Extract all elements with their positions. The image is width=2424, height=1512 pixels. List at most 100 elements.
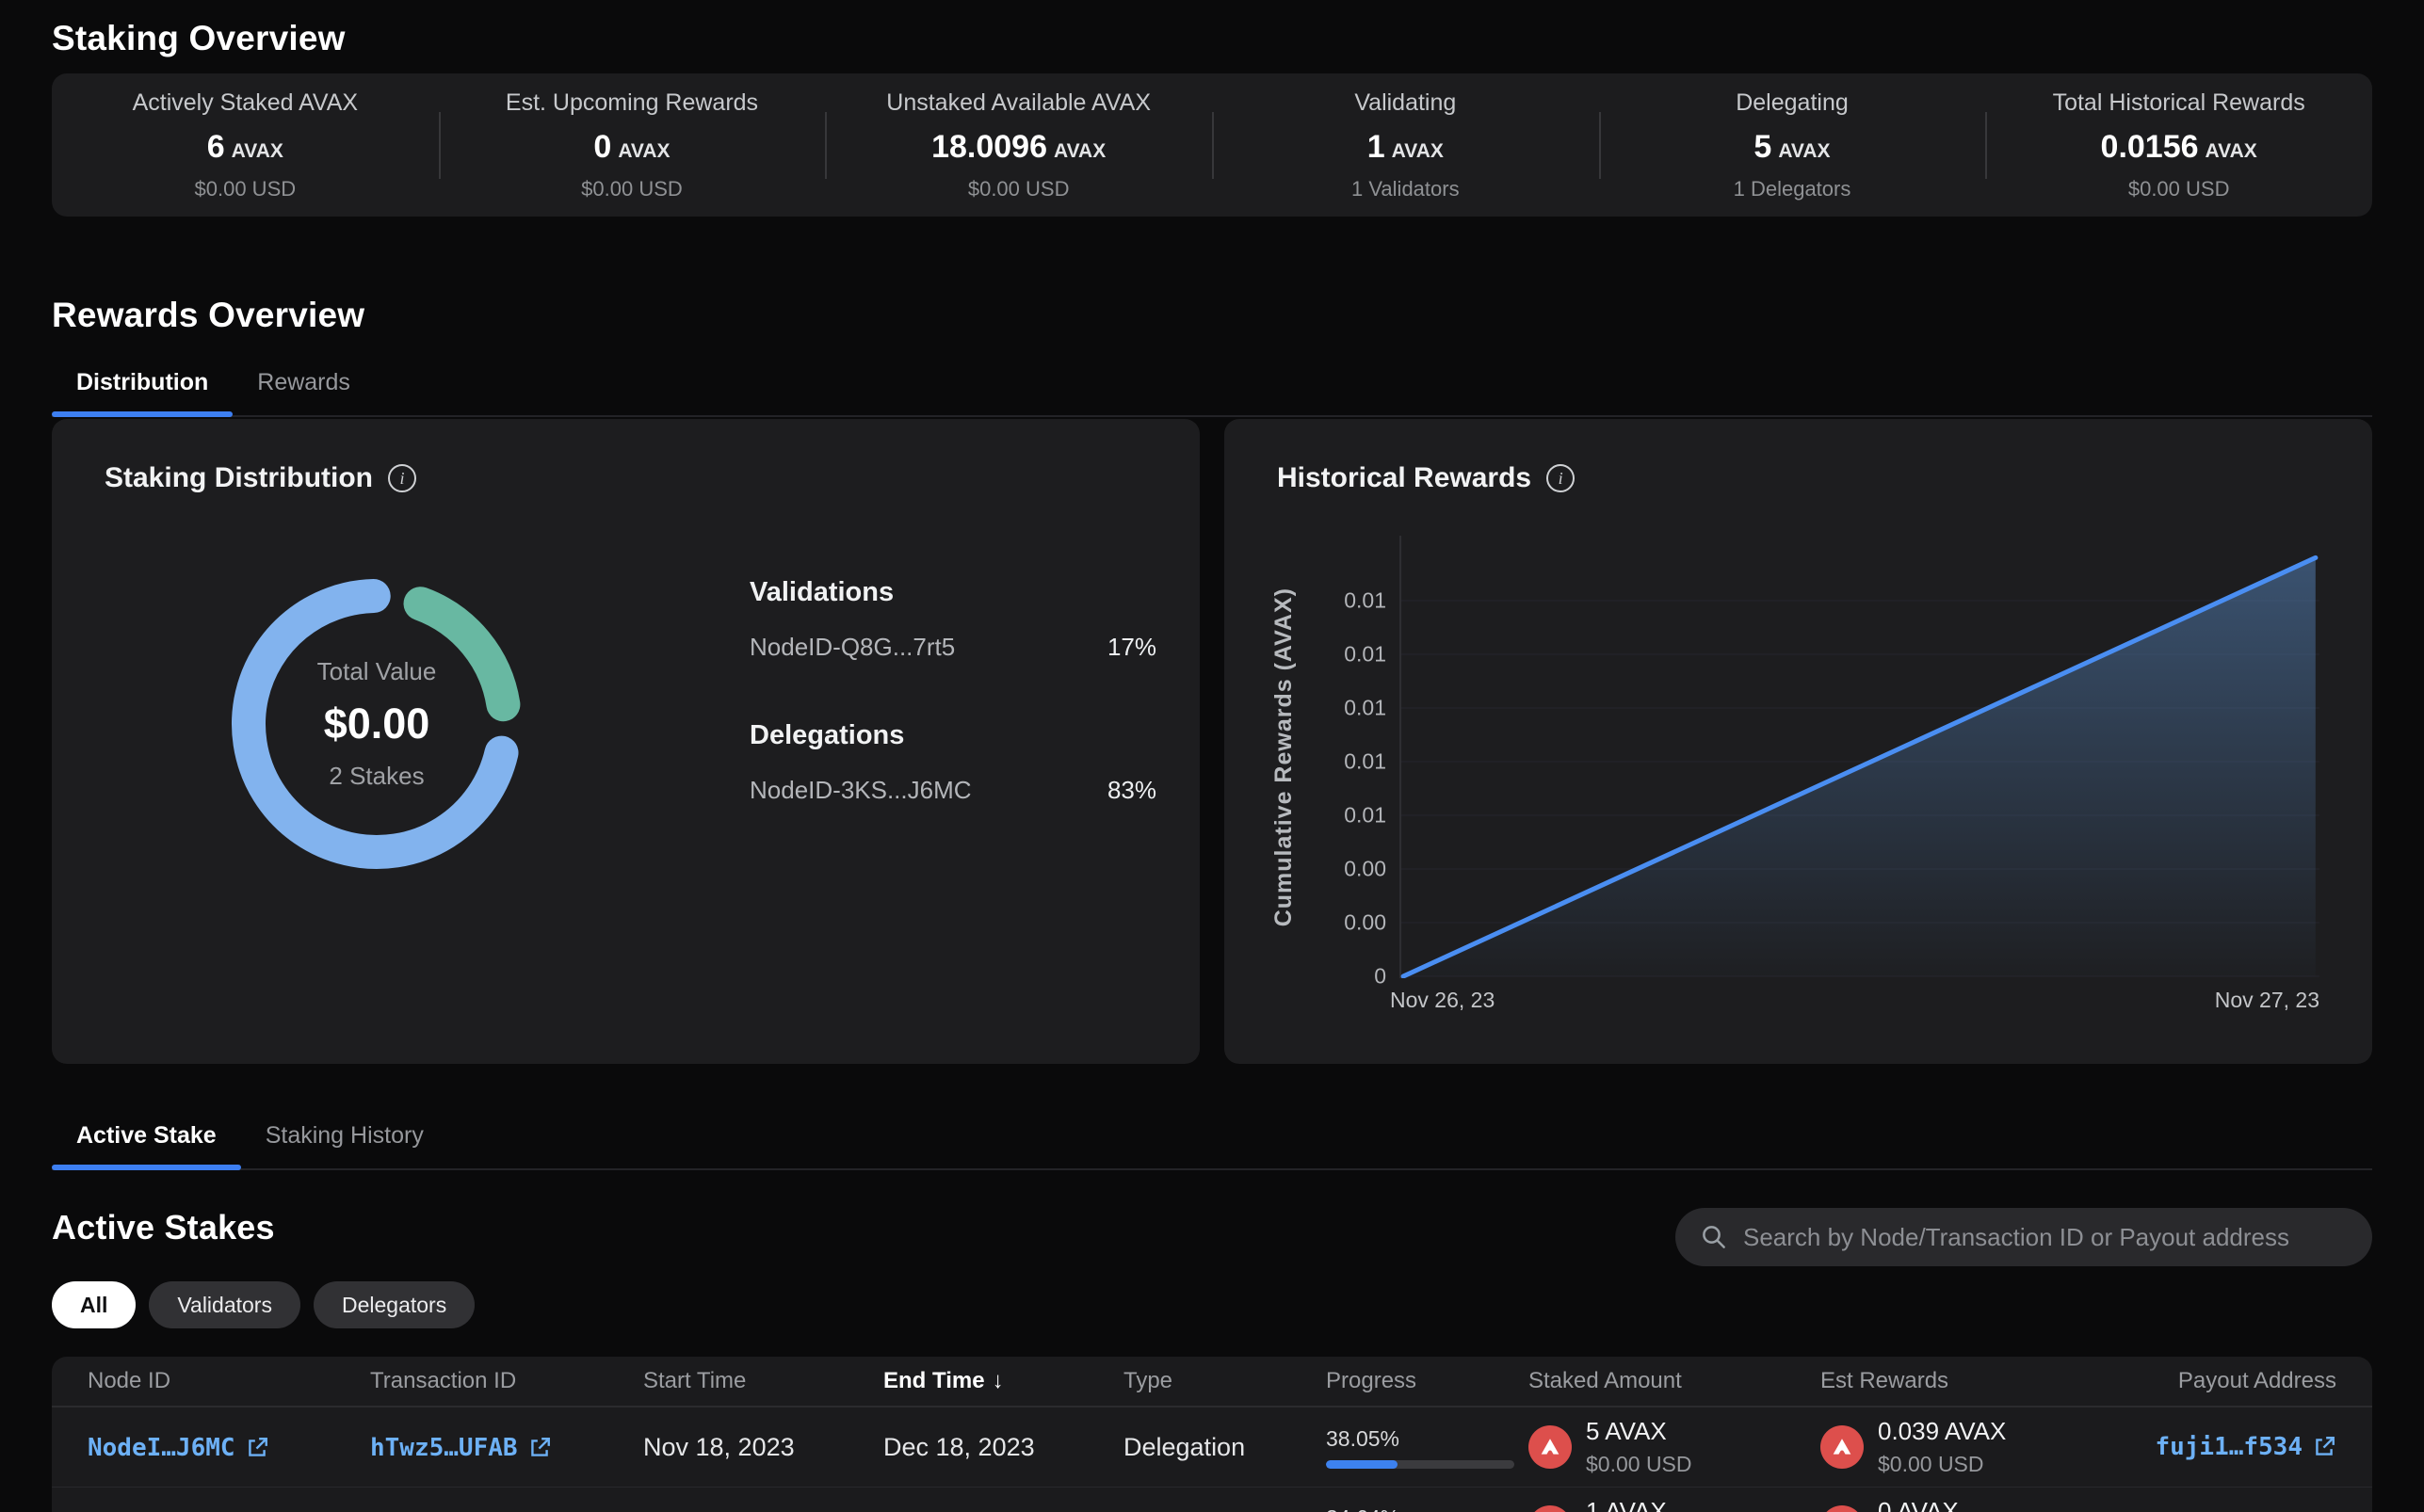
col-progress: Progress xyxy=(1326,1368,1528,1394)
col-type: Type xyxy=(1123,1368,1326,1394)
x-tick-end: Nov 27, 23 xyxy=(2215,988,2319,1013)
stat-delegating: Delegating 5AVAX 1 Delegators xyxy=(1599,89,1986,201)
payout-address-link[interactable]: fuji1…f534 xyxy=(2155,1433,2336,1461)
progress-percent: 34.64% xyxy=(1326,1505,1528,1512)
y-axis-label: Cumulative Rewards (AVAX) xyxy=(1262,536,1305,978)
info-icon[interactable]: i xyxy=(1546,464,1575,492)
start-time-cell: Nov 18, 2023 xyxy=(643,1433,883,1462)
filter-validators[interactable]: Validators xyxy=(149,1281,300,1328)
search-icon xyxy=(1700,1223,1728,1251)
stat-actively-staked: Actively Staked AVAX 6AVAX $0.00 USD xyxy=(52,89,439,201)
staked-value: 1 AVAX xyxy=(1586,1497,1692,1512)
y-tick: 0.01 xyxy=(1344,588,1386,614)
external-link-icon xyxy=(245,1436,269,1460)
y-tick: 0.01 xyxy=(1344,696,1386,721)
est-rewards-cell: 0.039 AVAX$0.00 USD xyxy=(1820,1417,2131,1477)
stat-unstaked-available: Unstaked Available AVAX 18.0096AVAX $0.0… xyxy=(825,89,1212,201)
progress-cell: 34.64% xyxy=(1326,1505,1528,1512)
stat-sub: $0.00 USD xyxy=(1993,177,2365,201)
legend-node-pct: 17% xyxy=(1107,633,1156,662)
avax-logo-icon xyxy=(1820,1505,1864,1512)
avax-logo-icon xyxy=(1528,1425,1572,1469)
stat-sub: $0.00 USD xyxy=(446,177,818,201)
transaction-id-link[interactable]: hTwz5…UFAB xyxy=(370,1434,552,1462)
legend-item: NodeID-Q8G...7rt5 17% xyxy=(750,633,1156,662)
legend-item: NodeID-3KS...J6MC 83% xyxy=(750,776,1156,805)
y-tick: 0 xyxy=(1374,964,1386,989)
active-stakes-title: Active Stakes xyxy=(52,1208,275,1247)
filter-delegators[interactable]: Delegators xyxy=(314,1281,475,1328)
stat-label: Est. Upcoming Rewards xyxy=(446,89,818,117)
info-icon[interactable]: i xyxy=(388,464,416,492)
staking-dashboard: Staking Overview Actively Staked AVAX 6A… xyxy=(0,0,2424,1512)
est-rewards-cell: 0 AVAX$0.00 USD xyxy=(1820,1497,2131,1512)
sort-desc-icon: ↓ xyxy=(993,1368,1004,1393)
stake-filters: All Validators Delegators xyxy=(52,1281,2372,1328)
external-link-icon xyxy=(527,1436,552,1460)
est-value: 0.039 AVAX xyxy=(1878,1417,2006,1446)
avax-logo-icon xyxy=(1528,1505,1572,1512)
legend-node-name: NodeID-3KS...J6MC xyxy=(750,776,972,805)
stat-value: 6 xyxy=(207,129,225,165)
staked-usd: $0.00 USD xyxy=(1586,1452,1692,1477)
stat-label: Validating xyxy=(1220,89,1592,117)
staking-distribution-panel: Staking Distribution i Total Value $0.00… xyxy=(52,419,1200,1064)
table-header-row: Node ID Transaction ID Start Time End Ti… xyxy=(52,1357,2372,1407)
progress-cell: 38.05% xyxy=(1326,1426,1528,1469)
legend-node-pct: 83% xyxy=(1107,776,1156,805)
filter-all[interactable]: All xyxy=(52,1281,136,1328)
col-staked-amount: Staked Amount xyxy=(1528,1368,1820,1394)
tab-distribution[interactable]: Distribution xyxy=(52,354,233,415)
staked-amount-cell: 1 AVAX$0.00 USD xyxy=(1528,1497,1820,1512)
historical-rewards-title: Historical Rewards xyxy=(1277,462,1531,494)
col-payout-address: Payout Address xyxy=(2178,1368,2336,1394)
type-cell: Delegation xyxy=(1123,1433,1326,1462)
col-node-id: Node ID xyxy=(88,1368,370,1394)
x-tick-start: Nov 26, 23 xyxy=(1390,988,1495,1013)
y-tick: 0.00 xyxy=(1344,857,1386,882)
stakes-search[interactable] xyxy=(1675,1208,2372,1266)
stat-sub: 1 Validators xyxy=(1220,177,1592,201)
y-axis-ticks: 0.01 0.01 0.01 0.01 0.01 0.00 0.00 0 xyxy=(1305,536,1399,978)
stat-unit: AVAX xyxy=(618,140,670,162)
stat-value: 0 xyxy=(593,129,611,165)
staked-amount-cell: 5 AVAX$0.00 USD xyxy=(1528,1417,1820,1477)
node-id-link[interactable]: NodeI…J6MC xyxy=(88,1434,269,1462)
stat-total-historical-rewards: Total Historical Rewards 0.0156 AVAX $0.0… xyxy=(1985,89,2372,201)
y-tick: 0.01 xyxy=(1344,642,1386,668)
stat-sub: $0.00 USD xyxy=(59,177,431,201)
donut-legend: Validations NodeID-Q8G...7rt5 17% Delega… xyxy=(750,577,1156,805)
stat-value: 0.0156 xyxy=(2101,129,2199,165)
col-est-rewards: Est Rewards xyxy=(1820,1368,2131,1394)
tab-rewards[interactable]: Rewards xyxy=(233,354,375,415)
tab-active-stake[interactable]: Active Stake xyxy=(52,1107,241,1168)
stat-unit: AVAX xyxy=(1778,140,1830,162)
stat-value: 5 xyxy=(1753,129,1771,165)
stat-label: Unstaked Available AVAX xyxy=(832,89,1204,117)
col-transaction-id: Transaction ID xyxy=(370,1368,643,1394)
stat-unit: AVAX xyxy=(2206,140,2257,162)
legend-heading: Delegations xyxy=(750,720,1156,751)
stat-value: 1 xyxy=(1367,129,1385,165)
legend-node-name: NodeID-Q8G...7rt5 xyxy=(750,633,955,662)
legend-group-delegations: Delegations NodeID-3KS...J6MC 83% xyxy=(750,720,1156,805)
stat-label: Total Historical Rewards xyxy=(1993,89,2365,117)
progress-percent: 38.05% xyxy=(1326,1426,1528,1452)
page-title-rewards-overview: Rewards Overview xyxy=(52,296,2372,335)
legend-group-validations: Validations NodeID-Q8G...7rt5 17% xyxy=(750,577,1156,662)
col-end-time-sort[interactable]: End Time↓ xyxy=(883,1368,1123,1394)
staking-distribution-donut: Total Value $0.00 2 Stakes xyxy=(217,564,537,884)
donut-center-label: Total Value xyxy=(317,657,437,686)
tab-staking-history[interactable]: Staking History xyxy=(241,1107,448,1168)
table-row: NodeI…7rt5 2EnGv…CMoW Nov 29, 2023 Nov 3… xyxy=(52,1487,2372,1512)
table-row: NodeI…J6MC hTwz5…UFAB Nov 18, 2023 Dec 1… xyxy=(52,1407,2372,1487)
historical-rewards-panel: Historical Rewards i Cumulative Rewards … xyxy=(1224,419,2372,1064)
stat-unit: AVAX xyxy=(232,140,283,162)
search-input[interactable] xyxy=(1743,1223,2348,1252)
stakes-tabs: Active Stake Staking History xyxy=(52,1107,2372,1170)
stat-upcoming-rewards: Est. Upcoming Rewards 0 AVAX $0.00 USD xyxy=(439,89,826,201)
y-tick: 0.01 xyxy=(1344,803,1386,828)
col-start-time: Start Time xyxy=(643,1368,883,1394)
active-stakes-table: Node ID Transaction ID Start Time End Ti… xyxy=(52,1357,2372,1512)
rewards-overview-tabs: Distribution Rewards xyxy=(52,354,2372,417)
